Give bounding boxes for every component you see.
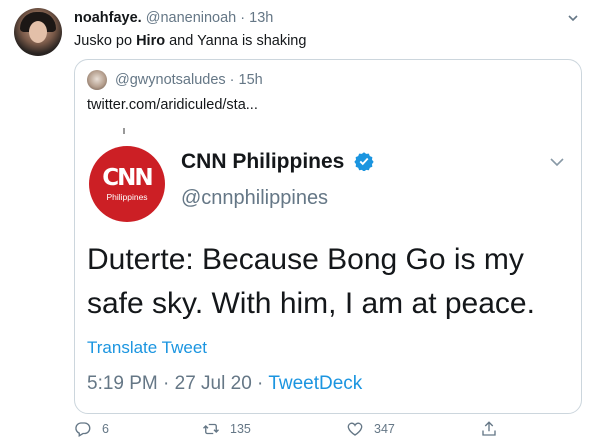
tweet-text-part: Jusko po [74, 33, 137, 49]
chevron-down-icon[interactable] [567, 12, 579, 24]
like-icon [347, 422, 363, 436]
tweet-text: Jusko po Hiro and Yanna is shaking [74, 32, 306, 50]
action-bar: 6 135 347 [74, 420, 514, 444]
account-name: CNN Philippines [181, 150, 345, 173]
screenshot-time-date: 5:19 PM · 27 Jul 20 · [87, 373, 269, 394]
tweet-header: noahfaye. @naneninoah · 13h [74, 9, 273, 27]
screenshot-line-2: safe sky. With him, I am at peace. [87, 287, 535, 320]
share-icon [482, 421, 496, 436]
avatar[interactable] [14, 8, 62, 56]
retweet-icon [203, 423, 219, 435]
quoted-header: @gwynotsaludes · 15h [115, 71, 263, 89]
retweet-count: 135 [230, 422, 251, 436]
reply-button[interactable]: 6 [74, 420, 109, 438]
timestamp[interactable]: 13h [249, 10, 273, 26]
cnn-logo: CNN Philippines [89, 146, 165, 222]
user-handle[interactable]: @naneninoah [146, 10, 237, 26]
tweet-text-part: and Yanna is shaking [165, 33, 307, 49]
share-button[interactable] [480, 420, 498, 438]
quoted-avatar[interactable] [87, 70, 107, 90]
retweet-button[interactable]: 135 [202, 420, 251, 438]
tweet-text-bold: Hiro [136, 33, 166, 49]
quoted-timestamp[interactable]: 15h [239, 72, 263, 88]
logo-text: CNN [102, 165, 153, 191]
like-button[interactable]: 347 [346, 420, 395, 438]
screenshot-meta: 5:19 PM · 27 Jul 20 · TweetDeck [87, 372, 362, 396]
screenshot-line-1: Duterte: Because Bong Go is my [87, 243, 524, 276]
display-name[interactable]: noahfaye. [74, 10, 142, 26]
separator: · [229, 72, 235, 88]
reply-icon [75, 422, 91, 437]
quoted-tweet[interactable]: @gwynotsaludes · 15h twitter.com/aridicu… [74, 59, 582, 414]
tweet[interactable]: noahfaye. @naneninoah · 13h Jusko po Hir… [0, 0, 596, 446]
reply-count: 6 [102, 422, 109, 436]
logo-subtext: Philippines [106, 192, 148, 202]
image-artifact [123, 128, 125, 134]
avatar-face [29, 21, 47, 43]
like-count: 347 [374, 422, 395, 436]
quoted-handle[interactable]: @gwynotsaludes [115, 72, 226, 88]
screenshot-source: TweetDeck [268, 373, 363, 394]
translate-tweet-link: Translate Tweet [87, 338, 208, 357]
verified-badge-icon [354, 152, 374, 171]
chevron-down-icon [550, 158, 564, 167]
screenshot-account-handle: @cnnphilippines [181, 187, 329, 209]
separator: · [240, 10, 246, 26]
screenshot-tweet-text: Duterte: Because Bong Go is my safe sky.… [87, 238, 535, 326]
screenshot-account-name: CNN Philippines [181, 150, 374, 174]
quoted-link[interactable]: twitter.com/aridiculed/sta... [87, 96, 258, 114]
